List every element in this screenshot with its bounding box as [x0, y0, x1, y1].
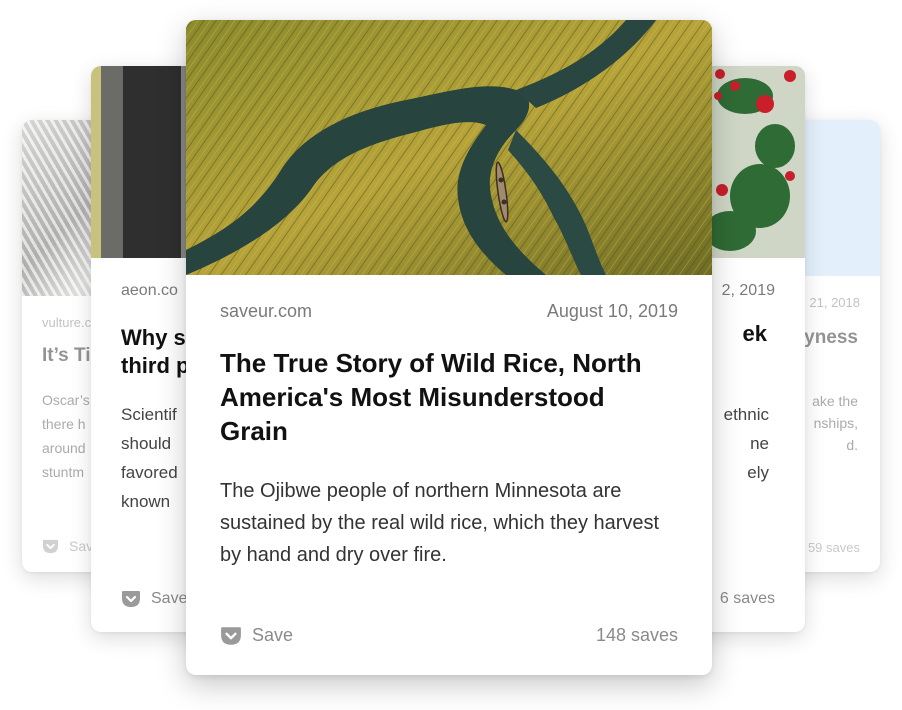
save-count: 59 saves [807, 540, 860, 555]
pocket-save-icon [43, 539, 58, 553]
save-label: Save [151, 590, 188, 607]
article-date: August 10, 2019 [546, 301, 678, 321]
article-excerpt: ake the nships, d. [812, 393, 858, 453]
article-title: Why s third p [121, 325, 190, 378]
article-title[interactable]: The True Story of Wild Rice, North Ameri… [220, 346, 678, 448]
save-button[interactable]: Save [121, 590, 187, 608]
article-source: vulture.c [42, 315, 92, 330]
article-title: It’s Ti [42, 345, 91, 366]
wild-rice-photo [186, 20, 712, 275]
pocket-save-icon [122, 591, 140, 607]
article-date: 2, 2019 [721, 282, 775, 299]
article-source: aeon.co [121, 282, 178, 299]
save-count: 6 saves [719, 590, 775, 607]
article-excerpt: Scientif should favored known [121, 405, 178, 511]
article-excerpt: ethnic ne ely [723, 405, 769, 482]
pocket-save-icon [221, 626, 241, 645]
article-excerpt: The Ojibwe people of northern Minnesota … [220, 480, 660, 566]
article-date: 21, 2018 [809, 295, 860, 310]
article-source: saveur.com [220, 301, 313, 321]
save-count: 148 saves [595, 625, 678, 645]
article-image [186, 20, 712, 275]
article-card-saveur[interactable]: saveur.com August 10, 2019 The True Stor… [186, 20, 712, 675]
save-label: Save [252, 625, 294, 645]
article-title: ek [742, 321, 767, 346]
save-button[interactable]: Save [220, 625, 293, 646]
article-title: yness [804, 327, 858, 348]
